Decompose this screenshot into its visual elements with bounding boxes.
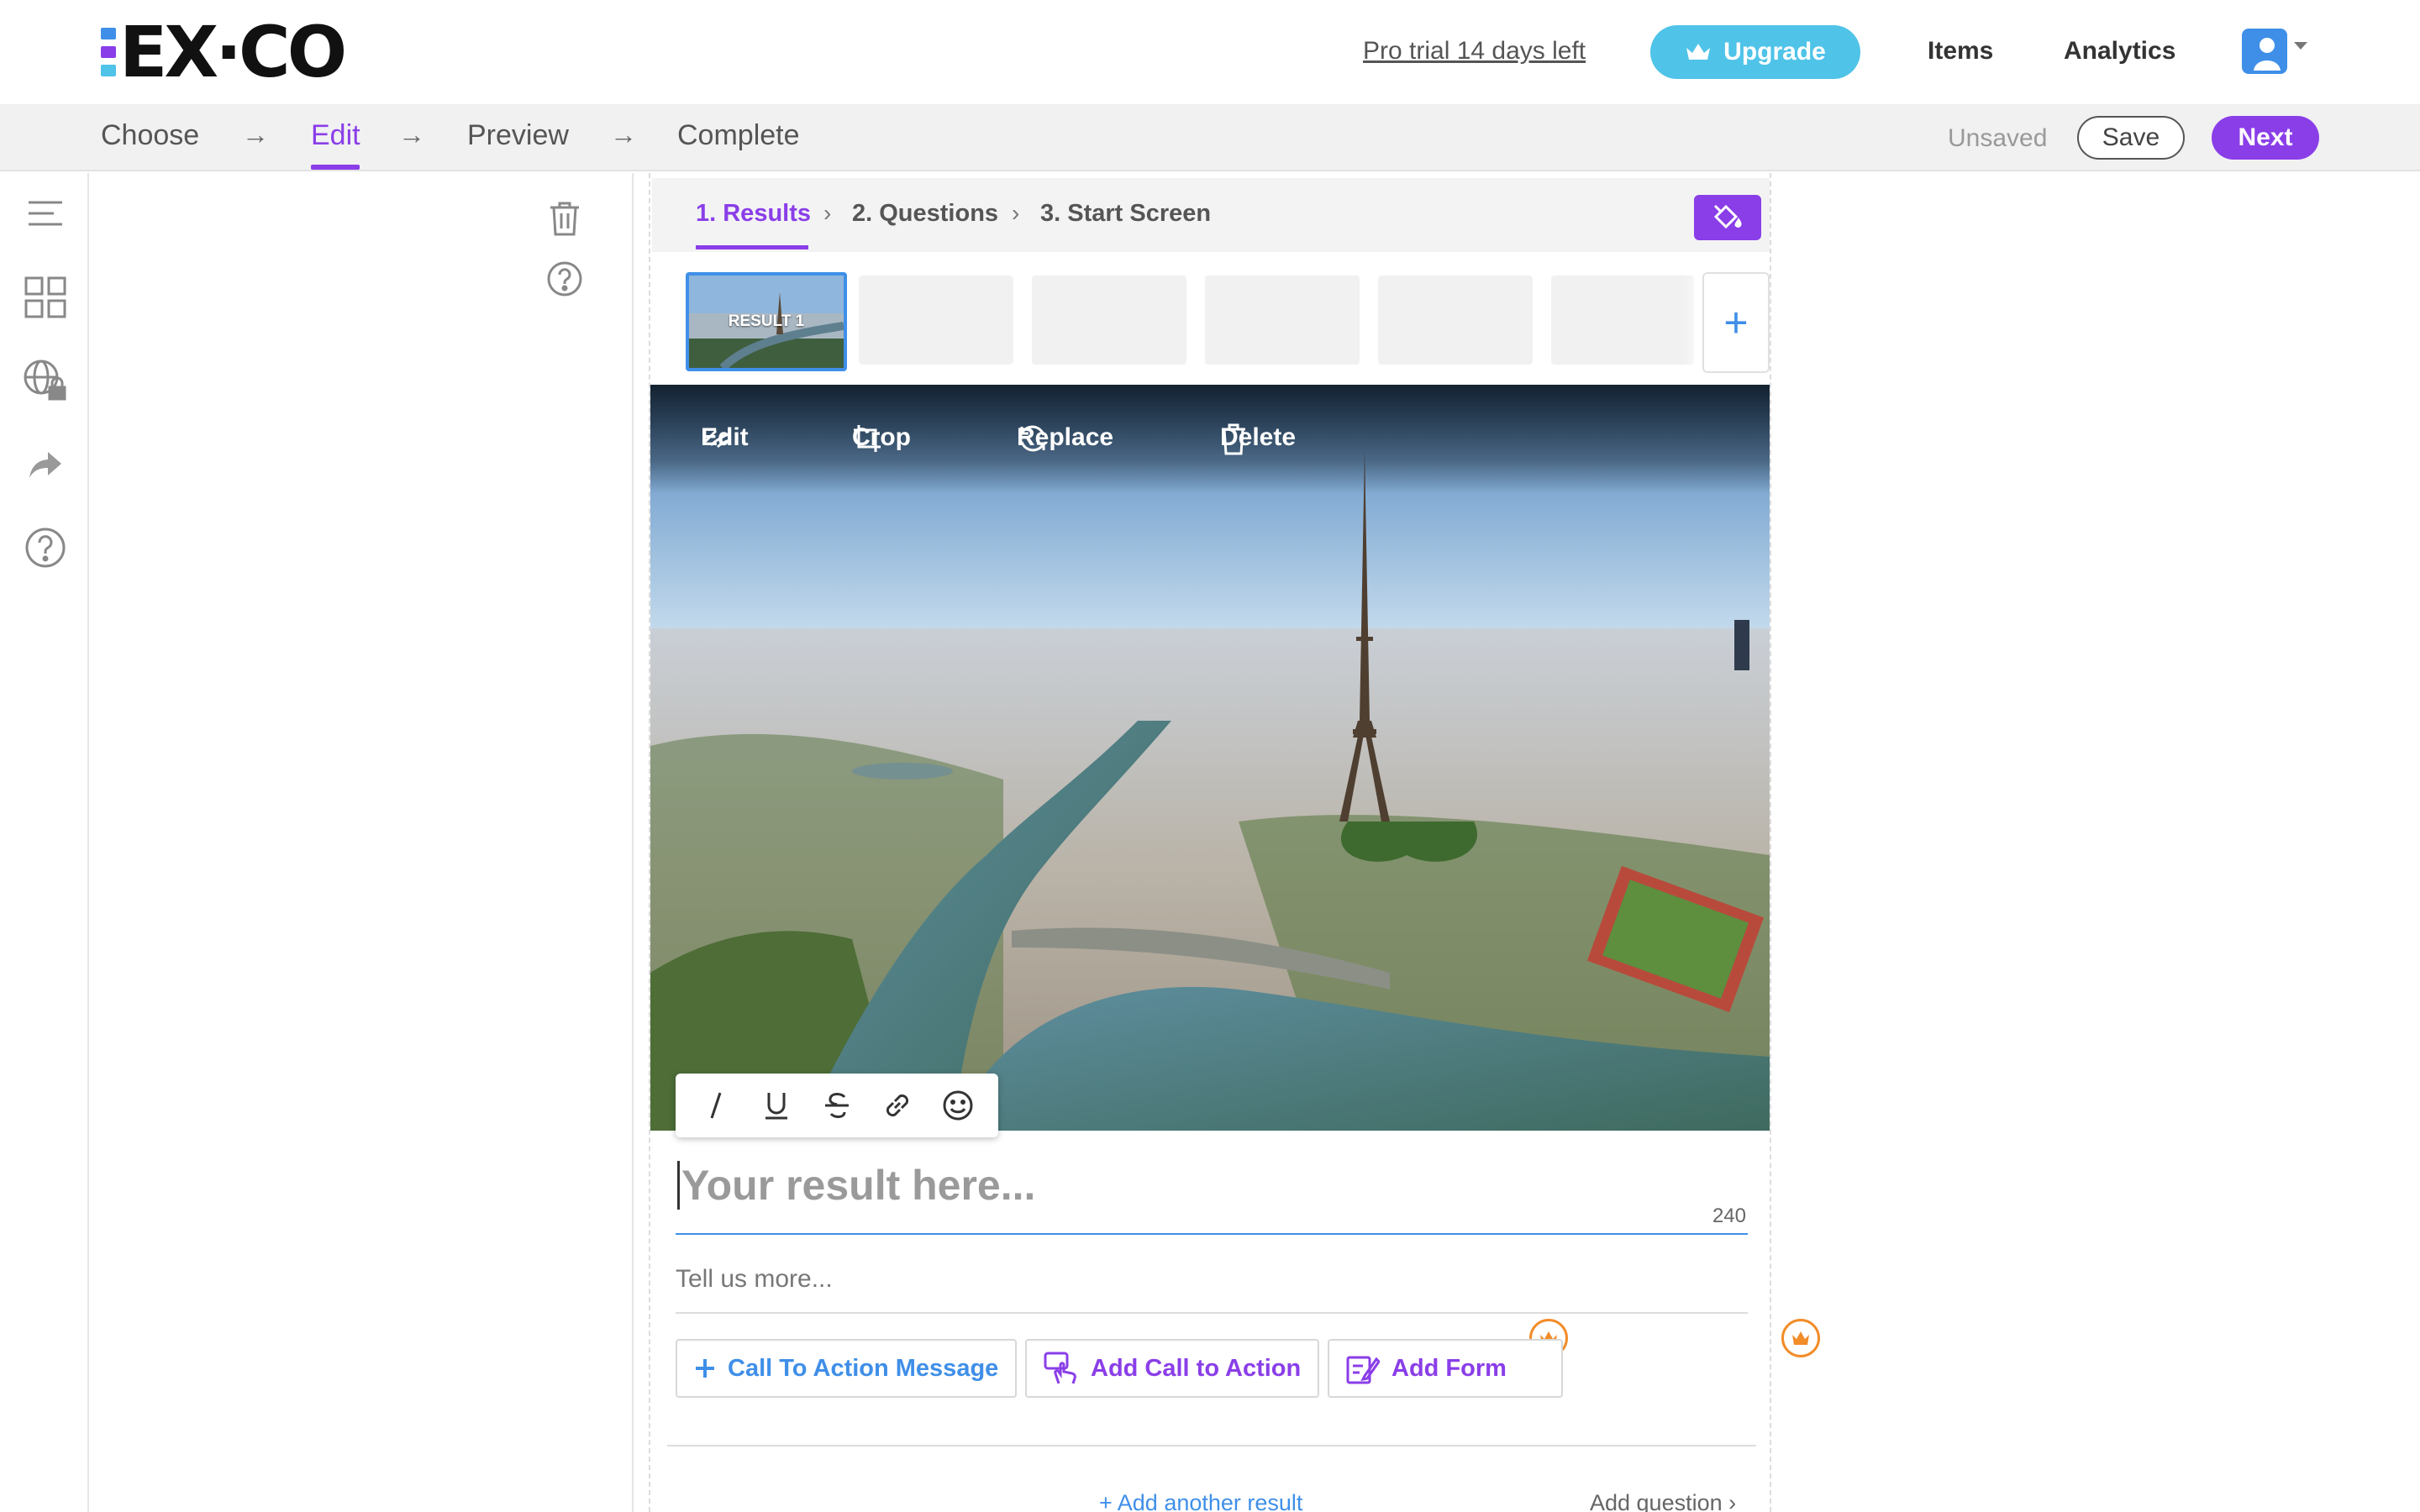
logo-text: EX·CO: [119, 11, 347, 93]
upgrade-button[interactable]: Upgrade: [1650, 25, 1860, 79]
app-window: EX·CO Pro trial 14 days left Upgrade Ite…: [0, 0, 2420, 1512]
exco-logo[interactable]: EX·CO: [101, 11, 347, 93]
strikethrough-icon[interactable]: [813, 1082, 860, 1129]
section-divider: [667, 1445, 1756, 1446]
add-form-button[interactable]: Add Form: [1328, 1339, 1563, 1398]
theme-paint-button[interactable]: [1694, 195, 1761, 240]
refresh-icon: [1020, 425, 1045, 452]
chevron-right-icon: ›: [823, 200, 832, 226]
grid-icon[interactable]: [22, 274, 69, 321]
active-step-indicator: [311, 165, 360, 170]
result-description-placeholder: Tell us more...: [676, 1265, 833, 1293]
link-icon[interactable]: [874, 1082, 921, 1129]
underline-icon[interactable]: [753, 1082, 800, 1129]
trash-icon: [1222, 423, 1245, 455]
result-thumbnail-1[interactable]: RESULT 1: [686, 272, 847, 371]
result-title-placeholder: Your result here...: [677, 1161, 1035, 1210]
add-question-link[interactable]: Add question ›: [1590, 1490, 1736, 1512]
add-form-label: Add Form: [1392, 1354, 1507, 1382]
left-rail: [0, 173, 89, 1512]
paris-scene-image: [650, 385, 1770, 1131]
globe-lock-icon[interactable]: [22, 358, 69, 405]
left-panel: [91, 173, 634, 1512]
empty-thumbnail: [859, 276, 1013, 365]
editor-tabs: 1. Results › 2. Questions › 3. Start Scr…: [652, 178, 1770, 252]
nav-analytics[interactable]: Analytics: [2064, 37, 2175, 66]
tab-questions[interactable]: 2. Questions: [852, 200, 998, 228]
tab-results[interactable]: 1. Results: [696, 200, 811, 228]
empty-thumbnail: [1032, 276, 1186, 365]
save-button[interactable]: Save: [2077, 116, 2185, 160]
empty-thumbnail: [1551, 276, 1694, 365]
help-icon[interactable]: [22, 524, 69, 571]
account-caret-icon[interactable]: [2294, 42, 2307, 50]
add-question-label: Add question: [1590, 1490, 1723, 1512]
result-description-input[interactable]: Tell us more...: [676, 1257, 1748, 1314]
tab-start-screen[interactable]: 3. Start Screen: [1040, 200, 1211, 228]
step-choose[interactable]: Choose: [101, 119, 199, 152]
plus-icon: [696, 1359, 714, 1378]
logo-bars: [101, 28, 116, 76]
step-complete[interactable]: Complete: [677, 119, 800, 152]
share-icon[interactable]: [22, 442, 69, 489]
char-counter: 240: [1712, 1205, 1746, 1227]
menu-icon[interactable]: [22, 190, 69, 237]
trash-icon[interactable]: [541, 195, 588, 242]
chevron-right-icon: ›: [1012, 200, 1020, 226]
add-call-to-action-button[interactable]: Add Call to Action: [1025, 1339, 1320, 1398]
thumbnail-label: RESULT 1: [728, 312, 805, 330]
cta-message-label: Call To Action Message: [728, 1354, 999, 1382]
call-to-action-message-button[interactable]: Call To Action Message: [676, 1339, 1018, 1398]
image-toolbar: Edit Crop Replace Delete: [650, 385, 1770, 494]
save-status: Unsaved: [1948, 124, 2048, 152]
add-result-thumbnail-button[interactable]: +: [1702, 272, 1770, 373]
step-edit[interactable]: Edit: [311, 119, 360, 152]
user-avatar-icon[interactable]: [2242, 29, 2287, 74]
image-delete-button[interactable]: Delete: [1220, 423, 1296, 455]
image-crop-button[interactable]: Crop: [852, 423, 911, 452]
empty-thumbnail: [1378, 276, 1533, 365]
step-arrow: →: [610, 119, 637, 150]
upgrade-label: Upgrade: [1723, 38, 1826, 66]
stepper-bar: Choose → Edit → Preview → Complete Unsav…: [0, 104, 2420, 171]
chevron-right-icon: ›: [1728, 1490, 1737, 1512]
result-thumbnails: RESULT 1 +: [667, 267, 1770, 376]
empty-thumbnail: [1205, 276, 1360, 365]
image-edit-button[interactable]: Edit: [701, 423, 749, 452]
help-icon[interactable]: [541, 255, 588, 302]
next-button[interactable]: Next: [2212, 116, 2319, 160]
nav-items[interactable]: Items: [1928, 37, 1993, 66]
pro-crown-icon: [1781, 1319, 1820, 1357]
emoji-icon[interactable]: [934, 1082, 981, 1129]
italic-icon[interactable]: [692, 1082, 739, 1129]
result-title-input[interactable]: Your result here... 240: [676, 1159, 1748, 1235]
paint-bucket-icon: [1713, 204, 1742, 229]
step-preview[interactable]: Preview: [467, 119, 569, 152]
result-image[interactable]: Edit Crop Replace Delete: [650, 385, 1770, 1131]
editor-canvas: 1. Results › 2. Questions › 3. Start Scr…: [649, 173, 1820, 1512]
crown-icon: [1686, 44, 1711, 60]
pointer-hand-icon: [1044, 1352, 1076, 1384]
top-header: EX·CO Pro trial 14 days left Upgrade Ite…: [0, 0, 2420, 104]
crop-icon: [854, 425, 881, 452]
trial-link[interactable]: Pro trial 14 days left: [1363, 37, 1586, 66]
step-arrow: →: [398, 119, 425, 150]
image-replace-button[interactable]: Replace: [1017, 423, 1113, 452]
add-another-result-link[interactable]: + Add another result: [1099, 1490, 1302, 1512]
step-arrow: →: [242, 119, 269, 150]
active-tab-indicator: [696, 245, 808, 249]
form-edit-icon: [1346, 1356, 1380, 1384]
magic-wand-icon: [702, 429, 730, 449]
add-cta-label: Add Call to Action: [1091, 1354, 1302, 1382]
text-format-toolbar: [676, 1074, 998, 1137]
